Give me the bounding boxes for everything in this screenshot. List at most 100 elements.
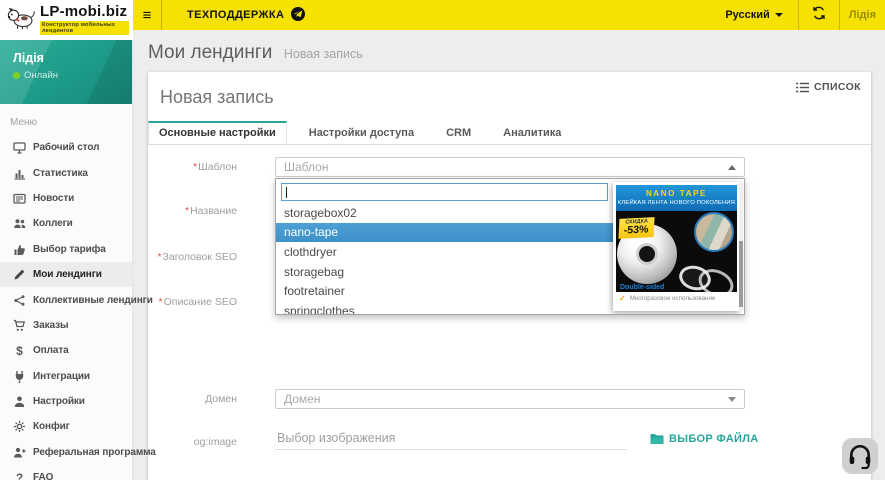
- sidebar: Лідія Онлайн Меню Рабочий стол Статистик…: [0, 40, 133, 480]
- tab-access-settings[interactable]: Настройки доступа: [299, 121, 424, 144]
- card-title: Новая запись: [148, 72, 871, 108]
- menu-section-label: Меню: [10, 117, 132, 128]
- tab-main-settings[interactable]: Основные настройки: [148, 121, 287, 144]
- dollar-icon: $: [13, 344, 26, 357]
- inset-photo: [694, 212, 734, 252]
- preview-title: NANO TAPE: [646, 190, 707, 198]
- preview-header: NANO TAPE КЛЕЙКАЯ ЛЕНТА НОВОГО ПОКОЛЕНИЯ: [616, 185, 737, 211]
- chevron-up-icon: [728, 165, 736, 170]
- support-label: ТЕХПОДДЕРЖКА: [187, 9, 284, 21]
- headset-icon: [847, 443, 873, 469]
- sidebar-item-config[interactable]: Конфиг: [0, 414, 132, 439]
- dropdown-option-highlighted[interactable]: nano-tape: [276, 223, 613, 243]
- refresh-button[interactable]: [799, 0, 839, 30]
- sidebar-item-my-landings[interactable]: Мои лендинги: [0, 262, 132, 287]
- chevron-down-icon: [775, 13, 783, 17]
- page-subtitle: Новая запись: [284, 47, 363, 61]
- dropdown-search-input[interactable]: [281, 183, 608, 201]
- desktop-icon: [13, 141, 26, 154]
- gear-icon: [13, 420, 26, 433]
- folder-icon: [650, 433, 664, 445]
- refresh-icon: [812, 6, 826, 25]
- sidebar-user-name: Лідія: [13, 51, 132, 65]
- file-picker-button[interactable]: ВЫБОР ФАЙЛА: [650, 433, 759, 445]
- main-content: Мои лендинги Новая запись СПИСОК Новая з…: [133, 30, 885, 480]
- question-icon: ?: [13, 471, 26, 480]
- dropdown-option[interactable]: clothdryer: [276, 242, 613, 262]
- brand-name: LP-mobi.biz: [40, 4, 129, 19]
- sidebar-item-news[interactable]: Новости: [0, 186, 132, 211]
- discount-badge: СКИДКА -53%: [618, 217, 654, 238]
- name-label: *Название: [148, 205, 237, 217]
- template-preview: NANO TAPE КЛЕЙКАЯ ЛЕНТА НОВОГО ПОКОЛЕНИЯ…: [613, 182, 740, 311]
- template-label: *Шаблон: [148, 161, 237, 173]
- preview-feature-text: Многоразовое использование: [630, 295, 716, 302]
- person-plus-icon: [13, 446, 26, 459]
- dropdown-option[interactable]: storagebag: [276, 262, 613, 282]
- breadcrumb: Мои лендинги Новая запись: [133, 30, 885, 64]
- tab-crm[interactable]: CRM: [436, 121, 481, 144]
- sidebar-item-tariff[interactable]: Выбор тарифа: [0, 237, 132, 262]
- brand-logo[interactable]: LP-mobi.biz Конструктор мобильных лендин…: [0, 0, 133, 40]
- sidebar-item-payment[interactable]: $ Оплата: [0, 338, 132, 363]
- dropdown-scrollbar: [739, 181, 743, 312]
- brand-tagline: Конструктор мобильных лендингов: [40, 21, 129, 35]
- template-select[interactable]: Шаблон: [275, 157, 745, 177]
- seo-title-label: *Заголовок SEO: [148, 251, 237, 263]
- dropdown-option[interactable]: springclothes: [276, 301, 613, 315]
- support-button[interactable]: ТЕХПОДДЕРЖКА: [162, 0, 323, 30]
- svg-text:$: $: [16, 344, 23, 357]
- og-image-input[interactable]: [275, 426, 627, 450]
- sidebar-item-referral[interactable]: Реферальная программа: [0, 440, 132, 465]
- dropdown-option[interactable]: footretainer: [276, 281, 613, 301]
- hamburger-menu-button[interactable]: ≡: [133, 0, 162, 30]
- sidebar-item-orders[interactable]: Заказы: [0, 313, 132, 338]
- tab-bar: Основные настройки Настройки доступа CRM…: [148, 121, 871, 145]
- sidebar-item-integrations[interactable]: Интеграции: [0, 364, 132, 389]
- dog-logo-icon: [6, 6, 36, 35]
- dropdown-option-list: storagebox02 nano-tape clothdryer storag…: [276, 203, 613, 315]
- app-root: LP-mobi.biz Конструктор мобильных лендин…: [0, 0, 885, 480]
- news-icon: [13, 192, 26, 205]
- share-icon: [13, 294, 26, 307]
- user-menu[interactable]: Лідія: [840, 0, 885, 30]
- preview-feature-row: ✓ Многоразовое использование: [616, 292, 737, 305]
- online-status-dot: [13, 72, 20, 79]
- domain-select[interactable]: Домен: [275, 389, 745, 409]
- username-label: Лідія: [849, 9, 876, 21]
- sidebar-item-faq[interactable]: ? FAQ: [0, 465, 132, 480]
- seo-description-label: *Описание SEO: [148, 296, 237, 308]
- chevron-down-icon: [728, 397, 736, 402]
- list-button[interactable]: СПИСОК: [796, 81, 861, 93]
- person-icon: [13, 395, 26, 408]
- list-icon: [796, 82, 809, 93]
- cart-icon: [13, 319, 26, 332]
- language-selector[interactable]: Русский: [710, 0, 797, 30]
- new-record-card: СПИСОК Новая запись Основные настройки Н…: [148, 72, 871, 480]
- preview-caption: Double-sided: [620, 284, 664, 291]
- check-icon: ✓: [619, 294, 626, 303]
- preview-subtitle: КЛЕЙКАЯ ЛЕНТА НОВОГО ПОКОЛЕНИЯ: [618, 200, 735, 206]
- sidebar-item-dashboard[interactable]: Рабочий стол: [0, 135, 132, 160]
- sidebar-item-statistics[interactable]: Статистика: [0, 160, 132, 185]
- domain-label: Домен: [148, 393, 237, 405]
- dropdown-option[interactable]: storagebox02: [276, 203, 613, 223]
- scrollbar-thumb[interactable]: [739, 241, 743, 307]
- pencil-icon: [13, 268, 26, 281]
- sidebar-item-colleagues[interactable]: Коллеги: [0, 211, 132, 236]
- og-image-label: og:image: [148, 436, 237, 448]
- support-chat-widget[interactable]: [842, 438, 878, 474]
- template-dropdown: storagebox02 nano-tape clothdryer storag…: [275, 178, 745, 315]
- sidebar-menu: Рабочий стол Статистика Новости Коллеги …: [0, 135, 132, 480]
- telegram-icon: [291, 7, 305, 24]
- language-label: Русский: [725, 9, 769, 21]
- sidebar-item-settings[interactable]: Настройки: [0, 389, 132, 414]
- tab-analytics[interactable]: Аналитика: [493, 121, 571, 144]
- preview-product-image: СКИДКА -53% Double-sided: [616, 211, 737, 292]
- plug-icon: [13, 370, 26, 383]
- sidebar-item-collective-landings[interactable]: Коллективные лендинги: [0, 287, 132, 312]
- topbar: ≡ ТЕХПОДДЕРЖКА Русский: [133, 0, 885, 30]
- svg-text:?: ?: [16, 473, 23, 480]
- thumbs-up-icon: [13, 243, 26, 256]
- bar-chart-icon: [13, 167, 26, 180]
